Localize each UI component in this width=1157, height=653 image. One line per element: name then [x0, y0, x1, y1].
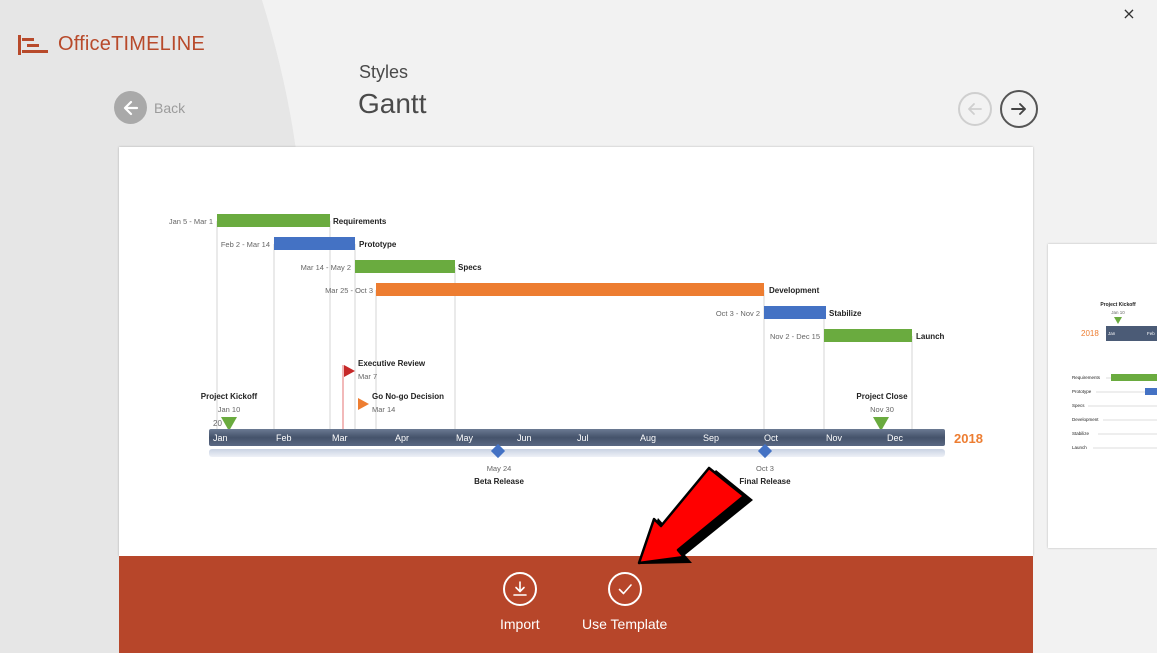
- milestone-name: Executive Review: [358, 359, 426, 368]
- task-date: Oct 3 - Nov 2: [716, 309, 760, 318]
- month-label: Jan: [213, 433, 228, 443]
- month-label: Nov: [826, 433, 843, 443]
- style-title: Gantt: [358, 88, 427, 119]
- task-names: Requirements Prototype Specs Development…: [333, 217, 945, 341]
- office-timeline-logo-icon: [18, 34, 48, 55]
- task-name: Development: [769, 286, 820, 295]
- side-task-label: Development: [1072, 417, 1099, 422]
- task-bar: [764, 306, 826, 319]
- month-label: Apr: [395, 433, 409, 443]
- month-label: Jun: [517, 433, 532, 443]
- task-bars: [217, 214, 912, 342]
- template-preview: Jan 5 - Mar 1 Feb 2 - Mar 14 Mar 14 - Ma…: [119, 147, 1033, 556]
- side-task-label: Requirements: [1072, 375, 1101, 380]
- month-label: Aug: [640, 433, 656, 443]
- side-task-label: Specs: [1072, 403, 1085, 408]
- download-icon: [502, 572, 537, 606]
- app-logo: OfficeTIMELINE: [18, 33, 205, 56]
- side-task-bar: [1145, 388, 1157, 395]
- previous-style-button[interactable]: [958, 92, 992, 126]
- month-label: Jul: [577, 433, 589, 443]
- milestones-above-labels: Executive Review Mar 7 Go No-go Decision…: [201, 359, 908, 428]
- back-arrow-icon: [114, 91, 147, 124]
- timeline-year: 2018: [954, 431, 983, 446]
- task-name: Specs: [458, 263, 482, 272]
- side-milestone-date: Jan 10: [1111, 310, 1125, 315]
- side-milestone-name: Project Kickoff: [1100, 302, 1136, 308]
- task-name: Requirements: [333, 217, 387, 226]
- milestone-date: May 24: [487, 464, 512, 473]
- task-date: Mar 25 - Oct 3: [325, 286, 373, 295]
- task-bar: [217, 214, 330, 227]
- flag-icon: [358, 398, 369, 410]
- flag-icon: [344, 365, 355, 377]
- milestone-date: Mar 7: [358, 372, 377, 381]
- task-date: Mar 14 - May 2: [301, 263, 351, 272]
- import-button[interactable]: Import: [500, 572, 540, 632]
- milestone-markers: [221, 417, 889, 431]
- milestone-name: Beta Release: [474, 477, 524, 486]
- checkmark-icon: [607, 572, 642, 606]
- close-button[interactable]: ×: [1119, 4, 1139, 24]
- side-year: 2018: [1081, 329, 1099, 338]
- next-style-button[interactable]: [1000, 90, 1038, 128]
- month-label: Dec: [887, 433, 904, 443]
- section-label: Styles: [359, 62, 409, 82]
- task-date: Jan 5 - Mar 1: [169, 217, 213, 226]
- red-arrow-annotation-icon: [637, 466, 753, 565]
- action-bar: Import Use Template: [119, 556, 1033, 653]
- side-task-label: Stabilize: [1072, 431, 1090, 436]
- side-task-bar: [1111, 374, 1157, 381]
- triangle-marker-icon: [1114, 317, 1122, 324]
- side-month-label: Feb: [1147, 331, 1155, 336]
- triangle-marker-icon: [221, 417, 237, 431]
- task-bar: [274, 237, 355, 250]
- month-label: Sep: [703, 433, 719, 443]
- month-label: Feb: [276, 433, 292, 443]
- side-task-label: Prototype: [1072, 389, 1092, 394]
- timeline-axis-shadow: [209, 449, 945, 457]
- side-task-label: Launch: [1072, 445, 1087, 450]
- triangle-marker-icon: [873, 417, 889, 431]
- task-date: Nov 2 - Dec 15: [770, 332, 820, 341]
- month-label: May: [456, 433, 474, 443]
- arrow-right-icon: [1011, 103, 1026, 115]
- milestone-date: Nov 30: [870, 405, 894, 414]
- task-name: Stabilize: [829, 309, 862, 318]
- milestone-name: Project Kickoff: [201, 392, 258, 401]
- month-label: Oct: [764, 433, 779, 443]
- milestone-date: Mar 14: [372, 405, 395, 414]
- month-label: Mar: [332, 433, 348, 443]
- side-month-label: Jan: [1108, 331, 1116, 336]
- task-name: Prototype: [359, 240, 397, 249]
- use-template-button[interactable]: Use Template: [582, 572, 667, 632]
- task-name: Launch: [916, 332, 945, 341]
- task-bar: [824, 329, 912, 342]
- import-label: Import: [500, 616, 540, 632]
- side-preview-chart: Project Kickoff Jan 10 2018 Jan Feb Requ…: [1072, 302, 1157, 450]
- task-dates: Jan 5 - Mar 1 Feb 2 - Mar 14 Mar 14 - Ma…: [169, 217, 820, 341]
- app-title: OfficeTIMELINE: [58, 33, 205, 55]
- gantt-preview-chart: Jan 5 - Mar 1 Feb 2 - Mar 14 Mar 14 - Ma…: [169, 214, 983, 486]
- task-date: Feb 2 - Mar 14: [221, 240, 270, 249]
- milestone-name: Project Close: [856, 392, 908, 401]
- gantt-gridlines: [216, 221, 913, 430]
- back-label: Back: [154, 99, 186, 116]
- milestone-name: Go No-go Decision: [372, 392, 444, 401]
- use-template-label: Use Template: [582, 616, 668, 632]
- task-bar: [376, 283, 764, 296]
- milestone-date: Jan 10: [218, 405, 241, 414]
- milestone-extra: 20: [213, 419, 222, 428]
- next-template-preview[interactable]: Project Kickoff Jan 10 2018 Jan Feb Requ…: [1048, 244, 1157, 548]
- arrow-left-icon: [968, 103, 982, 115]
- task-bar: [355, 260, 455, 273]
- back-button[interactable]: Back: [114, 91, 185, 124]
